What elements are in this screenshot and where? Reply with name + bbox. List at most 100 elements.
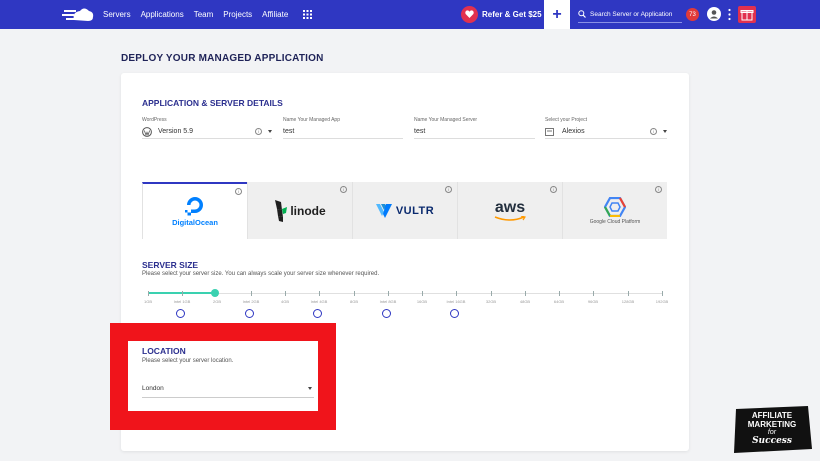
nav-applications[interactable]: Applications (141, 10, 184, 19)
size-label[interactable]: Intel 16GB (444, 299, 468, 304)
project-select[interactable]: Alexios i (545, 125, 667, 139)
location-select[interactable]: London (142, 380, 314, 398)
vultr-logo: VULTR (375, 203, 435, 218)
server-size-title: SERVER SIZE (142, 260, 199, 270)
app-name-input[interactable]: test (283, 125, 403, 139)
intel-cpu-icon (450, 309, 459, 318)
info-icon[interactable]: i (655, 186, 662, 193)
apps-grid-icon[interactable] (303, 10, 312, 19)
info-icon[interactable]: i (340, 186, 347, 193)
size-label[interactable]: 2GB (205, 299, 229, 304)
page-title: DEPLOY YOUR MANAGED APPLICATION (121, 53, 324, 64)
badge-line-4: Success (752, 436, 792, 446)
size-label[interactable]: 4GB (273, 299, 297, 304)
info-icon[interactable]: i (650, 128, 657, 135)
server-size-slider-track[interactable] (148, 293, 662, 294)
chevron-down-icon (268, 130, 272, 133)
app-name-label: Name Your Managed App (283, 117, 340, 123)
app-version-select[interactable]: Version 5.9 i (142, 125, 272, 139)
linode-logo: linode (274, 199, 326, 223)
nav-team[interactable]: Team (194, 10, 214, 19)
slider-tick[interactable] (456, 291, 457, 296)
notification-badge[interactable]: 73 (686, 8, 699, 21)
size-label[interactable]: Intel 8GB (376, 299, 400, 304)
size-label[interactable]: 192GB (650, 299, 674, 304)
provider-digitalocean[interactable]: DigitalOcean i (142, 182, 247, 239)
nav-servers[interactable]: Servers (103, 10, 131, 19)
intel-cpu-icon (382, 309, 391, 318)
nav-affiliate[interactable]: Affiliate (262, 10, 288, 19)
size-label[interactable]: Intel 4GB (307, 299, 331, 304)
slider-tick[interactable] (662, 291, 663, 296)
size-label[interactable]: 16GB (410, 299, 434, 304)
info-icon[interactable]: i (255, 128, 262, 135)
badge-line-3: for (767, 429, 777, 436)
nav-projects[interactable]: Projects (223, 10, 252, 19)
digitalocean-icon (184, 196, 203, 215)
server-name-value: test (414, 128, 426, 135)
size-label[interactable]: 8GB (342, 299, 366, 304)
provider-name: aws (494, 198, 526, 216)
info-icon[interactable]: i (550, 186, 557, 193)
slider-tick[interactable] (148, 291, 149, 296)
size-label[interactable]: 32GB (479, 299, 503, 304)
provider-linode[interactable]: linode i (247, 182, 352, 239)
badge-line-1: AFFILIATE (751, 411, 793, 420)
provider-name: Google Cloud Platform (589, 218, 641, 225)
provider-name: linode (290, 203, 326, 218)
provider-name: DigitalOcean (172, 217, 218, 227)
app-type-label: WordPress (142, 117, 167, 123)
aws-smile-icon (494, 215, 526, 221)
slider-tick[interactable] (559, 291, 560, 296)
google-cloud-logo: Google Cloud Platform (589, 196, 641, 225)
search-field[interactable]: Search Server or Application (578, 6, 682, 23)
slider-tick[interactable] (354, 291, 355, 296)
provider-vultr[interactable]: VULTR i (352, 182, 457, 239)
location-value: London (142, 385, 164, 392)
slider-tick[interactable] (285, 291, 286, 296)
slider-tick[interactable] (422, 291, 423, 296)
server-name-input[interactable]: test (414, 125, 535, 139)
slider-tick[interactable] (251, 291, 252, 296)
cloudways-logo[interactable] (62, 6, 94, 23)
server-size-slider-handle[interactable] (211, 289, 219, 297)
slider-tick[interactable] (388, 291, 389, 296)
info-icon[interactable]: i (445, 186, 452, 193)
size-label[interactable]: 64GB (547, 299, 571, 304)
slider-tick[interactable] (319, 291, 320, 296)
refer-button[interactable]: Refer & Get $25 (461, 5, 542, 23)
chevron-down-icon (308, 387, 312, 390)
app-version-value: Version 5.9 (158, 128, 194, 135)
top-navbar: Servers Applications Team Projects Affil… (0, 0, 820, 29)
size-label[interactable]: 48GB (513, 299, 537, 304)
refer-label: Refer & Get $25 (482, 9, 542, 19)
size-label[interactable]: 96GB (581, 299, 605, 304)
project-value: Alexios (562, 128, 585, 135)
slider-tick[interactable] (182, 291, 183, 296)
gift-button[interactable] (738, 6, 756, 23)
vultr-icon (375, 203, 392, 218)
slider-tick[interactable] (593, 291, 594, 296)
size-label[interactable]: Intel 2GB (239, 299, 263, 304)
provider-google-cloud[interactable]: Google Cloud Platform i (562, 182, 667, 239)
size-label[interactable]: 128GB (616, 299, 640, 304)
more-options-icon[interactable] (728, 8, 731, 21)
slider-tick[interactable] (525, 291, 526, 296)
size-label[interactable]: 1GB (136, 299, 160, 304)
size-label[interactable]: Intel 1GB (170, 299, 194, 304)
app-name-value: test (283, 128, 295, 135)
details-section-title: APPLICATION & SERVER DETAILS (142, 98, 283, 108)
user-avatar[interactable] (707, 7, 721, 21)
badge-line-2: MARKETING (747, 420, 797, 429)
wordpress-icon (142, 126, 152, 137)
slider-tick[interactable] (628, 291, 629, 296)
aws-logo: aws (494, 198, 526, 222)
provider-aws[interactable]: aws i (457, 182, 562, 239)
add-button[interactable]: + (544, 0, 570, 29)
search-placeholder: Search Server or Application (590, 10, 673, 18)
provider-name: VULTR (395, 204, 435, 217)
slider-tick[interactable] (491, 291, 492, 296)
heart-icon (461, 5, 478, 23)
location-description: Please select your server location. (142, 358, 234, 364)
info-icon[interactable]: i (235, 188, 242, 195)
